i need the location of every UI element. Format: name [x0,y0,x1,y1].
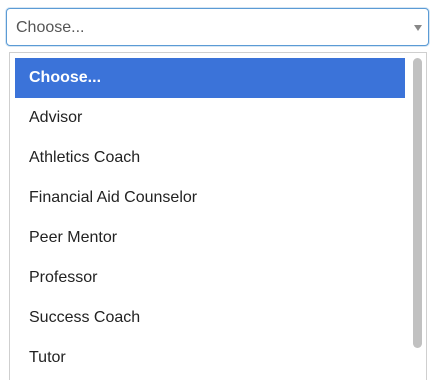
option-choose[interactable]: Choose... [15,58,405,98]
scrollbar[interactable] [413,58,422,378]
option-professor[interactable]: Professor [15,258,405,298]
caret-down-icon[interactable] [414,25,422,31]
option-financial-aid-counselor[interactable]: Financial Aid Counselor [15,178,405,218]
option-success-coach[interactable]: Success Coach [15,298,405,338]
option-tutor[interactable]: Tutor [15,338,405,378]
option-athletics-coach[interactable]: Athletics Coach [15,138,405,178]
dropdown-menu: Choose... Advisor Athletics Coach Financ… [9,52,427,380]
option-list: Choose... Advisor Athletics Coach Financ… [15,58,405,378]
select-value: Choose... [16,19,85,36]
scrollbar-thumb[interactable] [413,58,422,348]
option-advisor[interactable]: Advisor [15,98,405,138]
role-select[interactable]: Choose... [6,8,429,46]
option-peer-mentor[interactable]: Peer Mentor [15,218,405,258]
